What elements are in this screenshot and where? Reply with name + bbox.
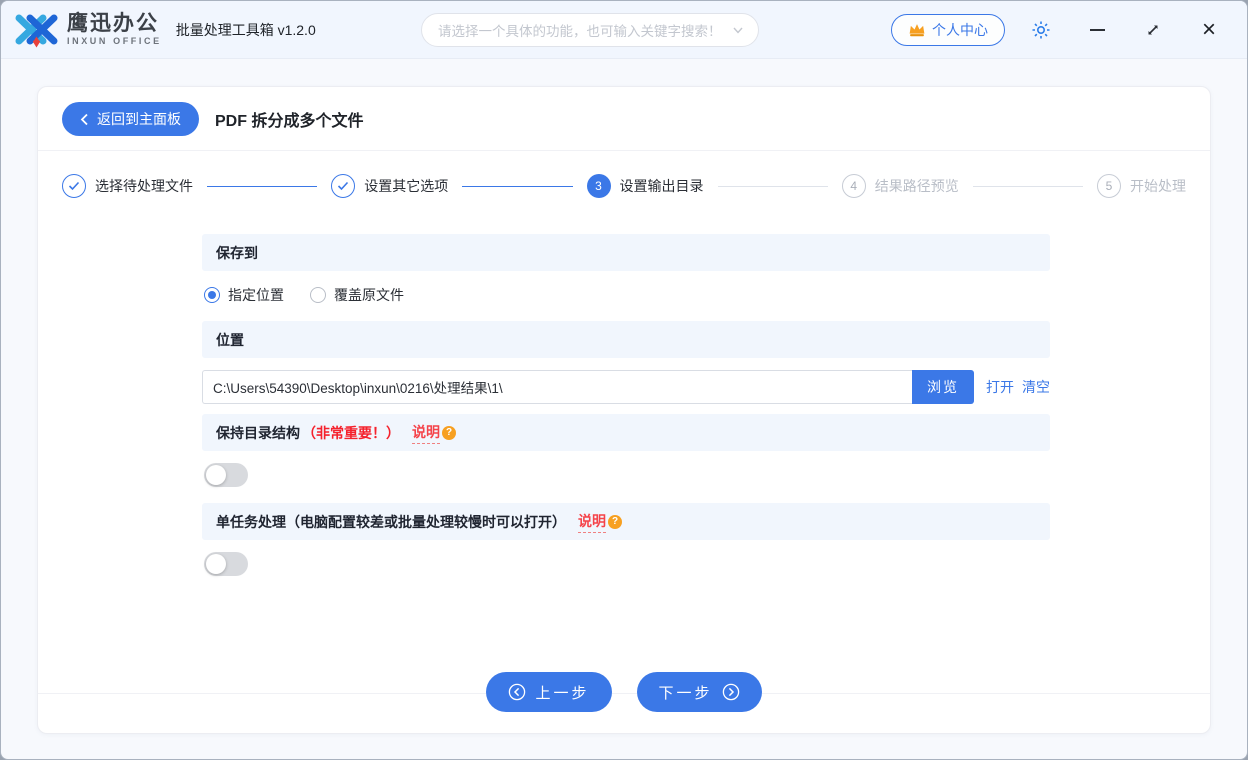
close-button[interactable]: × bbox=[1189, 10, 1229, 50]
radio-selected-icon bbox=[204, 287, 220, 303]
radio-specified-location-label: 指定位置 bbox=[228, 287, 284, 303]
keep-structure-title: 保持目录结构 bbox=[216, 424, 300, 441]
circle-chevron-left-icon bbox=[509, 683, 526, 701]
output-settings-form: 保存到 指定位置 覆盖原文件 位置 浏览 打开 清空 bbox=[202, 234, 1050, 592]
save-to-section-header: 保存到 bbox=[202, 234, 1050, 271]
step-indicator: 选择待处理文件 设置其它选项 3 设置输出目录 4 结果路径预览 5 开始处理 bbox=[38, 151, 1210, 218]
radio-overwrite-original[interactable]: 覆盖原文件 bbox=[310, 285, 404, 305]
save-to-title: 保存到 bbox=[216, 244, 258, 261]
minimize-icon bbox=[1089, 28, 1105, 31]
step-1-select-files: 选择待处理文件 bbox=[62, 174, 193, 198]
step-connector bbox=[462, 185, 573, 187]
step-2-done-icon bbox=[331, 174, 356, 198]
personal-center-button[interactable]: 个人中心 bbox=[891, 13, 1005, 46]
step-1-label: 选择待处理文件 bbox=[95, 178, 193, 194]
card-header: 返回到主面板 PDF 拆分成多个文件 bbox=[38, 87, 1210, 151]
save-to-options: 指定位置 覆盖原文件 bbox=[202, 283, 1050, 321]
browse-button[interactable]: 浏览 bbox=[912, 370, 974, 404]
location-title: 位置 bbox=[216, 331, 244, 348]
app-logo: 鹰迅办公 INXUN OFFICE bbox=[15, 12, 162, 48]
step-5-label: 开始处理 bbox=[1130, 178, 1186, 194]
output-path-input[interactable] bbox=[202, 370, 912, 404]
brand-name-cn: 鹰迅办公 bbox=[67, 12, 159, 35]
step-5-number: 5 bbox=[1097, 174, 1121, 198]
app-window: 鹰迅办公 INXUN OFFICE 批量处理工具箱 v1.2.0 请选择一个具体… bbox=[0, 0, 1248, 760]
main-card: 返回到主面板 PDF 拆分成多个文件 选择待处理文件 设置其它选项 3 设置输出… bbox=[37, 86, 1211, 734]
radio-specified-location[interactable]: 指定位置 bbox=[204, 285, 284, 305]
location-section-header: 位置 bbox=[202, 321, 1050, 358]
keep-structure-section-header: 保持目录结构 （非常重要！） 说明 ? bbox=[202, 414, 1050, 451]
close-icon: × bbox=[1201, 15, 1216, 43]
step-connector bbox=[972, 185, 1083, 187]
back-button-label: 返回到主面板 bbox=[97, 111, 181, 127]
step-2-label: 设置其它选项 bbox=[364, 178, 449, 194]
crown-icon bbox=[909, 24, 925, 37]
prev-step-button[interactable]: 上一步 bbox=[486, 672, 612, 712]
step-5-start: 5 开始处理 bbox=[1097, 174, 1186, 198]
logo-x-icon bbox=[15, 14, 58, 48]
step-connector bbox=[207, 185, 318, 187]
circle-chevron-right-icon bbox=[722, 683, 739, 701]
resize-diagonal-icon bbox=[1148, 25, 1158, 34]
next-step-button[interactable]: 下一步 bbox=[636, 672, 762, 712]
step-4-number: 4 bbox=[841, 174, 866, 198]
step-3-output-dir: 3 设置输出目录 bbox=[586, 174, 704, 198]
step-4-result-preview: 4 结果路径预览 bbox=[841, 174, 959, 198]
clear-path-link[interactable]: 清空 bbox=[1022, 377, 1050, 397]
chevron-left-icon bbox=[80, 113, 88, 125]
back-to-dashboard-button[interactable]: 返回到主面板 bbox=[62, 102, 199, 136]
brand-name-en: INXUN OFFICE bbox=[67, 36, 162, 46]
toggle-knob bbox=[206, 465, 226, 485]
step-2-other-options: 设置其它选项 bbox=[331, 174, 448, 198]
topbar-right-controls: 个人中心 × bbox=[891, 10, 1229, 50]
next-step-label: 下一步 bbox=[658, 684, 713, 702]
single-task-help-link[interactable]: 说明 bbox=[578, 511, 606, 533]
step-3-label: 设置输出目录 bbox=[619, 178, 704, 194]
keep-structure-toggle[interactable] bbox=[204, 463, 248, 487]
question-mark-icon[interactable]: ? bbox=[608, 514, 622, 529]
app-title: 批量处理工具箱 v1.2.0 bbox=[175, 21, 316, 38]
function-search-select[interactable]: 请选择一个具体的功能，也可输入关键字搜索！ bbox=[421, 13, 759, 47]
keep-structure-warning: （非常重要！） bbox=[302, 424, 400, 441]
toggle-knob bbox=[206, 554, 226, 574]
minimize-button[interactable] bbox=[1077, 10, 1117, 50]
step-1-done-icon bbox=[62, 174, 86, 198]
wizard-footer: 上一步 下一步 bbox=[38, 657, 1210, 733]
maximize-restore-button[interactable] bbox=[1133, 10, 1173, 50]
single-task-title: 单任务处理（电脑配置较差或批量处理较慢时可以打开） bbox=[216, 513, 566, 530]
radio-unselected-icon bbox=[310, 287, 326, 303]
settings-button[interactable] bbox=[1021, 10, 1061, 50]
page-title: PDF 拆分成多个文件 bbox=[215, 113, 364, 130]
personal-center-label: 个人中心 bbox=[932, 21, 988, 38]
gear-icon bbox=[1032, 21, 1050, 38]
search-placeholder: 请选择一个具体的功能，也可输入关键字搜索！ bbox=[438, 24, 722, 39]
location-path-row: 浏览 打开 清空 bbox=[202, 370, 1050, 404]
single-task-toggle[interactable] bbox=[204, 552, 248, 576]
keep-structure-help-link[interactable]: 说明 bbox=[412, 422, 440, 444]
step-4-label: 结果路径预览 bbox=[874, 178, 959, 194]
step-3-number: 3 bbox=[586, 174, 611, 198]
prev-step-label: 上一步 bbox=[535, 684, 590, 702]
chevron-down-icon bbox=[733, 27, 743, 34]
topbar: 鹰迅办公 INXUN OFFICE 批量处理工具箱 v1.2.0 请选择一个具体… bbox=[1, 1, 1247, 59]
radio-overwrite-original-label: 覆盖原文件 bbox=[334, 287, 404, 303]
single-task-section-header: 单任务处理（电脑配置较差或批量处理较慢时可以打开） 说明 ? bbox=[202, 503, 1050, 540]
step-connector bbox=[717, 185, 828, 187]
open-folder-link[interactable]: 打开 bbox=[986, 377, 1014, 397]
question-mark-icon[interactable]: ? bbox=[442, 425, 456, 440]
